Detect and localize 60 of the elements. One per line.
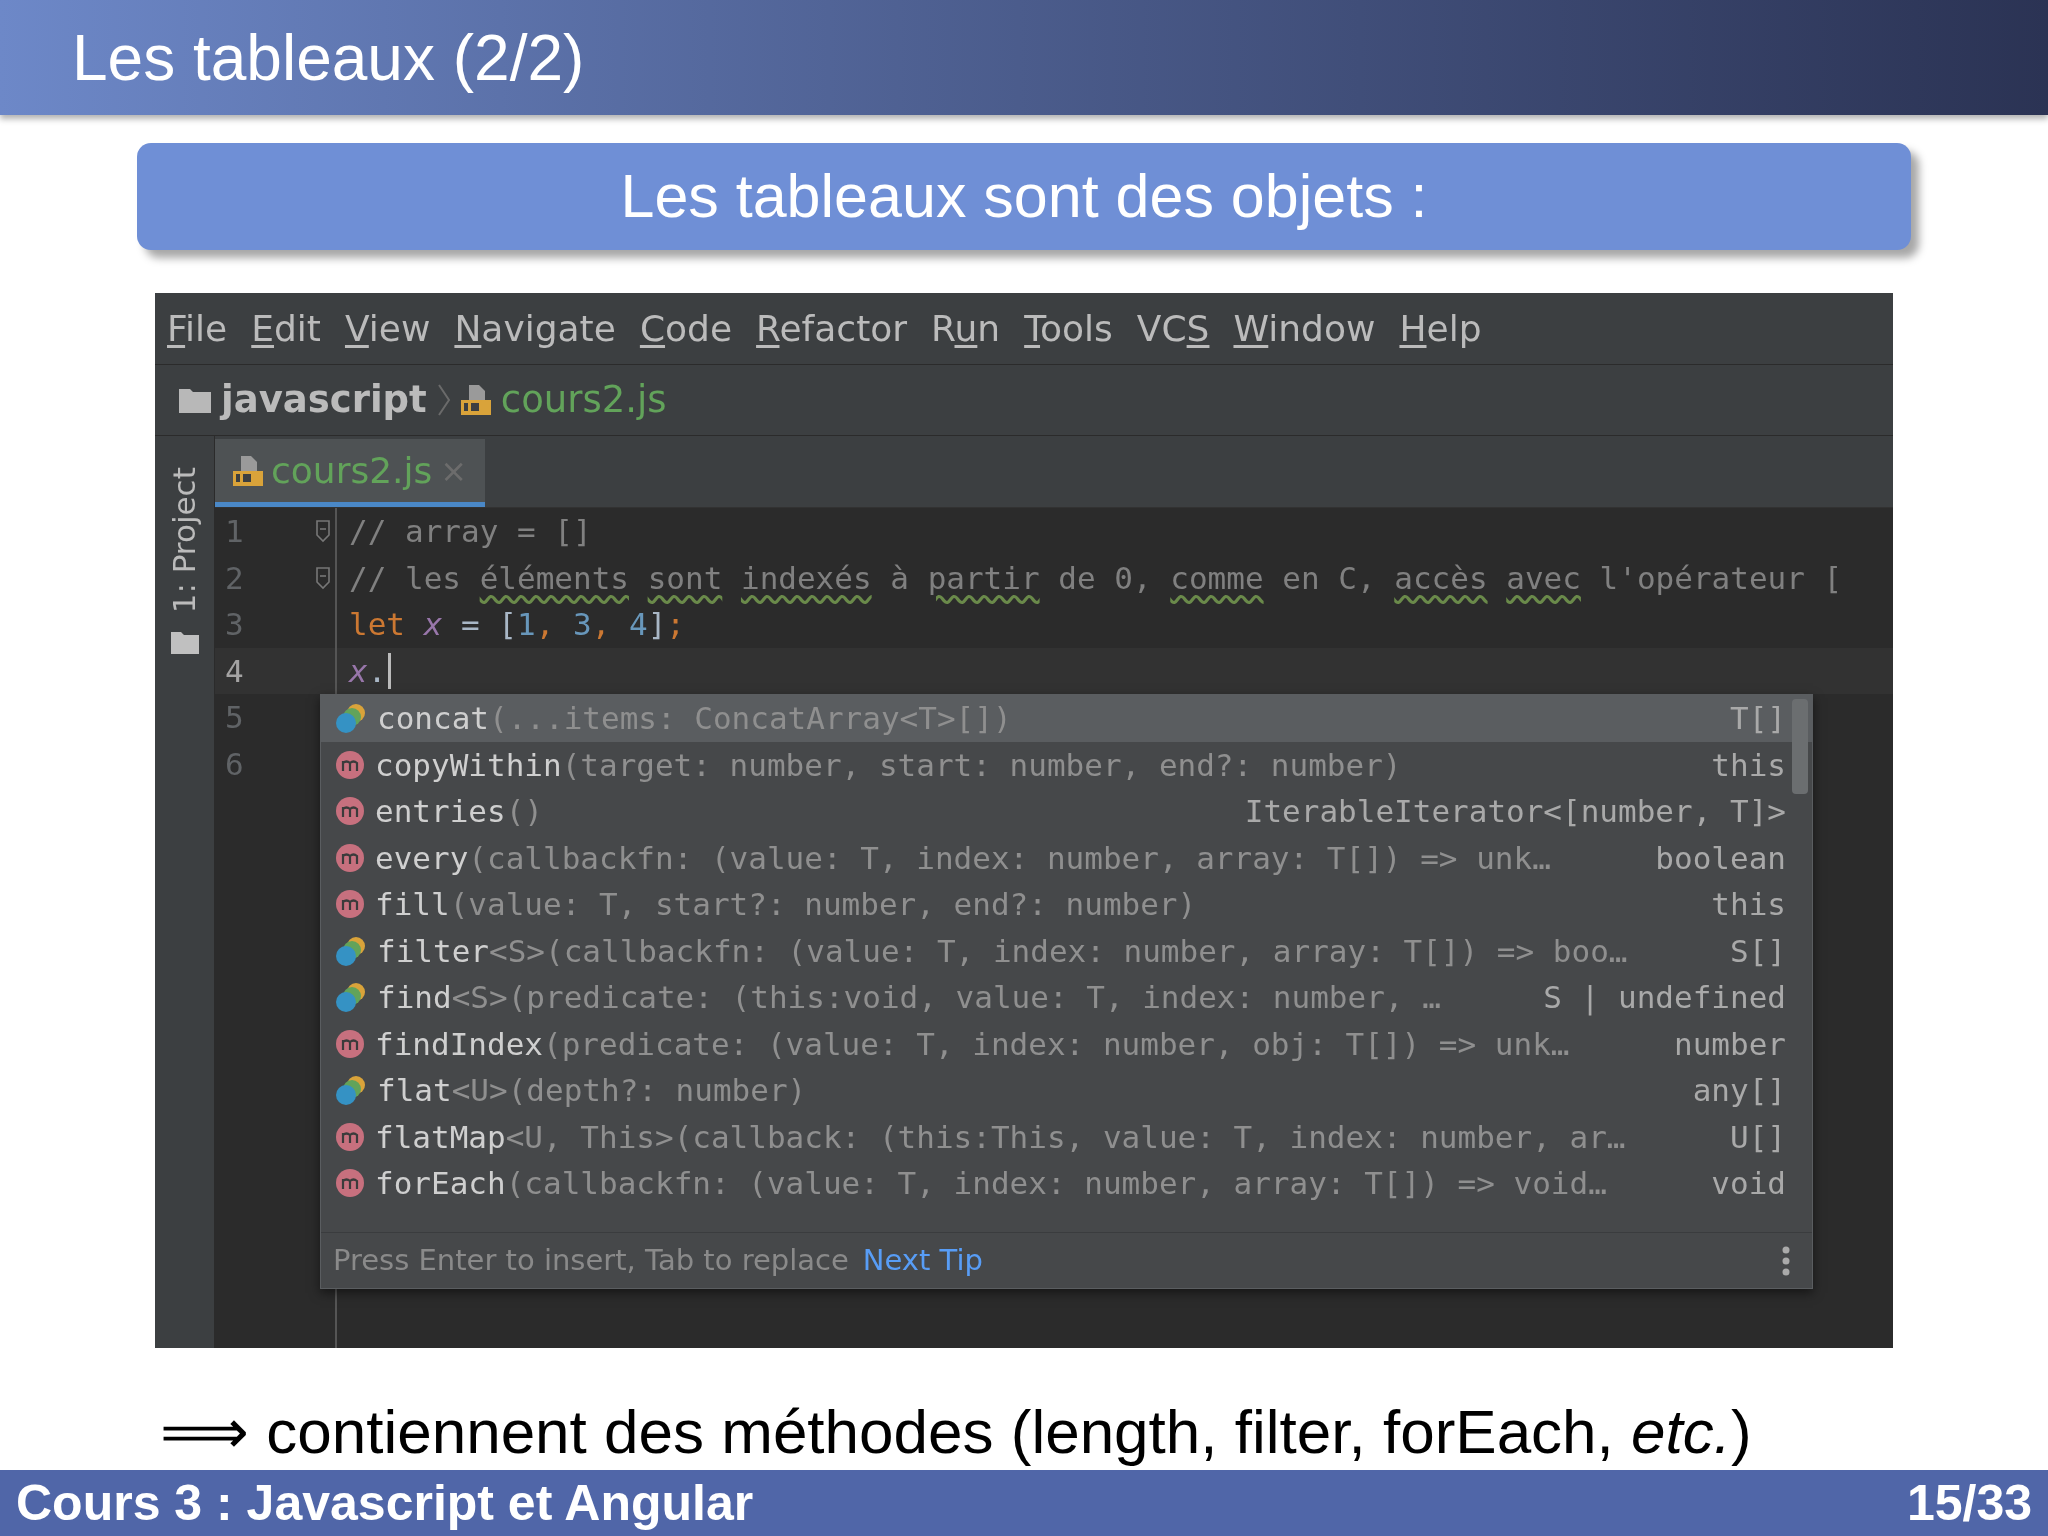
conclusion-text: ⟹ contiennent des méthodes (length, filter, forEach, etc.): [160, 1397, 1752, 1466]
function-icon: [335, 702, 367, 735]
completion-item[interactable]: fill(value: T, start?: number, end?: number) this: [321, 881, 1812, 928]
method-icon: [335, 1028, 365, 1059]
page-number: 15/33: [1906, 1473, 2032, 1533]
code-line: // array = []: [349, 512, 592, 551]
method-icon: [335, 749, 365, 780]
code-line: x.: [349, 651, 387, 691]
method-icon: [335, 1121, 365, 1152]
menu-item[interactable]: VCS: [1136, 301, 1210, 356]
method-icon: [335, 842, 365, 873]
line-number: 2: [224, 558, 245, 598]
completion-item[interactable]: entries() IterableIterator<[number, T]>: [321, 788, 1812, 835]
folder-icon: [179, 387, 211, 413]
method-icon: [335, 796, 365, 827]
line-number: 3: [224, 605, 245, 644]
fold-icon[interactable]: [315, 519, 331, 544]
popup-hint: Press Enter to insert, Tab to replace: [333, 1241, 849, 1279]
menu-item[interactable]: View: [344, 301, 431, 356]
code-line: // les éléments sont indexés à partir de 0, comme en C, accès avec l'opérateur [: [349, 558, 1843, 598]
block-title: Les tableaux sont des objets :: [620, 160, 1428, 232]
code-line: let x = [1, 3, 4];: [349, 605, 685, 644]
scrollbar[interactable]: [1792, 699, 1808, 794]
breadcrumb-item[interactable]: cours2.js: [500, 372, 667, 428]
menu-item[interactable]: Code: [639, 301, 733, 356]
completion-item[interactable]: every(callbackfn: (value: T, index: number, array: T[]) => unk… boolean: [321, 834, 1812, 881]
next-tip-link[interactable]: Next Tip: [862, 1238, 983, 1283]
function-icon: [335, 981, 367, 1014]
function-icon: [335, 1074, 367, 1107]
line-number: 6: [224, 744, 245, 784]
completion-item[interactable]: copyWithin(target: number, start: number, end?: number) this: [321, 741, 1812, 788]
menu-item[interactable]: Tools: [1024, 301, 1113, 356]
completion-item[interactable]: flat<U>(depth?: number) any[]: [321, 1067, 1812, 1114]
breadcrumb-item[interactable]: javascript: [221, 372, 427, 428]
completion-item[interactable]: find<S>(predicate: (this:void, value: T, index: number, … S | undefined: [321, 974, 1812, 1021]
menu-item[interactable]: Run: [931, 301, 1001, 356]
menu-item[interactable]: Help: [1399, 301, 1482, 356]
chevron-icon: [436, 383, 451, 417]
js-file-icon: [460, 385, 491, 415]
line-number: 4: [224, 651, 245, 691]
course-title: Cours 3 : Javascript et Angular: [16, 1473, 754, 1533]
completion-item[interactable]: filter<S>(callbackfn: (value: T, index: number, array: T[]) => boo… S[]: [321, 927, 1812, 974]
more-icon[interactable]: [1782, 1245, 1790, 1276]
method-icon: [335, 889, 365, 920]
completion-item[interactable]: forEach(callbackfn: (value: T, index: number, array: T[]) => void… void: [321, 1160, 1812, 1207]
folder-icon: [170, 630, 199, 654]
line-number: 1: [224, 512, 245, 551]
menu-item[interactable]: Edit: [251, 301, 321, 356]
menu-item[interactable]: Navigate: [454, 301, 616, 356]
menu-item[interactable]: Refactor: [756, 301, 908, 356]
completion-item[interactable]: findIndex(predicate: (value: T, index: number, obj: T[]) => unk… number: [321, 1020, 1812, 1067]
js-file-icon: [233, 455, 263, 486]
menu-item[interactable]: File: [167, 301, 228, 356]
function-icon: [335, 934, 367, 967]
project-tool-tab[interactable]: 1: Project: [161, 466, 208, 614]
completion-item[interactable]: flatMap<U, This>(callback: (this:This, value: T, index: number, ar… U[]: [321, 1113, 1812, 1160]
line-number: 5: [224, 698, 245, 737]
fold-icon[interactable]: [315, 565, 331, 590]
method-icon: [335, 1168, 365, 1199]
menu-item[interactable]: Window: [1233, 301, 1376, 356]
